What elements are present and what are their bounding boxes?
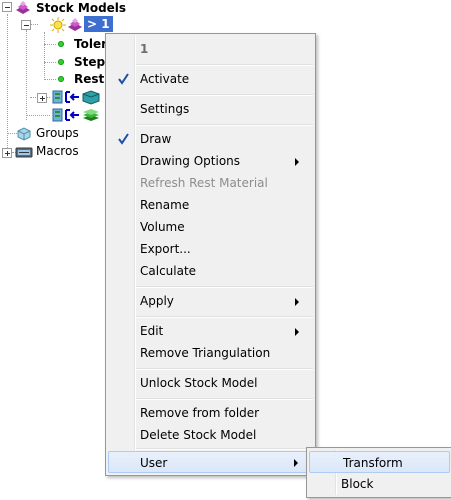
- menu-item-label: Drawing Options: [140, 154, 241, 168]
- tree-connector: [26, 30, 27, 120]
- active-light-icon: [50, 17, 66, 33]
- status-dot-icon: [58, 41, 64, 47]
- tree-connector: [44, 32, 45, 80]
- stock-model-icon: [68, 18, 82, 31]
- menu-item-label: Rename: [140, 198, 190, 212]
- tree-connector: [44, 79, 56, 80]
- tree-macros-label[interactable]: Macros: [36, 143, 79, 159]
- submenu-arrow-icon: [294, 459, 298, 467]
- expand-toggle[interactable]: [2, 148, 12, 158]
- tree-child-item[interactable]: Stepo: [74, 54, 105, 70]
- menu-item-label: Unlock Stock Model: [140, 376, 258, 390]
- menu-item-label: Transform: [343, 456, 403, 470]
- menu-item-activate[interactable]: Activate: [108, 68, 313, 90]
- tree-connector: [44, 62, 56, 63]
- collapse-toggle[interactable]: [2, 2, 12, 12]
- menu-separator: [136, 64, 313, 66]
- status-dot-icon: [58, 59, 64, 65]
- menu-item-label: Export...: [140, 242, 191, 256]
- submenu-arrow-icon: [295, 328, 299, 336]
- user-submenu: Transform Block: [306, 447, 451, 498]
- menu-item-label: Delete Stock Model: [140, 428, 257, 442]
- menu-separator: [136, 316, 313, 318]
- tree-root-label[interactable]: Stock Models: [36, 0, 126, 16]
- menu-item-draw[interactable]: Draw: [108, 128, 313, 150]
- menu-item-label: Settings: [140, 102, 190, 116]
- menu-item-refresh-rest-material: Refresh Rest Material: [108, 172, 313, 194]
- menu-item-block[interactable]: Block: [309, 473, 450, 495]
- menu-item-apply[interactable]: Apply: [108, 290, 313, 312]
- menu-item-label: Refresh Rest Material: [140, 176, 268, 190]
- menu-item-label: Activate: [140, 72, 190, 86]
- menu-separator: [136, 398, 313, 400]
- checkmark-icon: [118, 133, 129, 145]
- layered-stock-icon: [52, 108, 99, 122]
- menu-item-label: Block: [341, 477, 374, 491]
- menu-item-delete-stock-model[interactable]: Delete Stock Model: [108, 424, 313, 446]
- menu-item-drawing-options[interactable]: Drawing Options: [108, 150, 313, 172]
- tree-connector: [44, 44, 56, 45]
- menu-item-label: Edit: [140, 324, 164, 338]
- menu-item-settings[interactable]: Settings: [108, 98, 313, 120]
- menu-item-label: Draw: [140, 132, 172, 146]
- expand-toggle[interactable]: [37, 93, 47, 103]
- menu-item-label: User: [140, 456, 168, 470]
- menu-separator: [136, 286, 313, 288]
- submenu-arrow-icon: [295, 298, 299, 306]
- menu-item-user[interactable]: User: [108, 451, 313, 473]
- submenu-arrow-icon: [295, 158, 299, 166]
- menu-item-volume[interactable]: Volume: [108, 216, 313, 238]
- menu-separator: [136, 368, 313, 370]
- menu-item-label: Remove Triangulation: [140, 346, 271, 360]
- menu-item-rename[interactable]: Rename: [108, 194, 313, 216]
- groups-icon: [17, 127, 31, 141]
- block-stock-icon: [52, 90, 100, 105]
- menu-item-edit[interactable]: Edit: [108, 320, 313, 342]
- tree-connector: [26, 115, 50, 116]
- tree-child-item[interactable]: Rest T: [74, 71, 105, 87]
- context-menu: 1 Activate Settings Draw Drawing Options…: [105, 33, 316, 476]
- menu-item-label: Apply: [140, 294, 174, 308]
- collapse-toggle[interactable]: [21, 20, 31, 30]
- menu-item-label: Volume: [140, 220, 185, 234]
- menu-item-label: Remove from folder: [140, 406, 260, 420]
- stock-models-icon: [16, 1, 30, 14]
- macros-icon: [15, 147, 33, 158]
- menu-item-unlock-stock-model[interactable]: Unlock Stock Model: [108, 372, 313, 394]
- checkmark-icon: [118, 73, 129, 85]
- status-dot-icon: [58, 76, 64, 82]
- menu-header: 1: [108, 38, 313, 60]
- menu-separator: [136, 124, 313, 126]
- menu-item-remove-triangulation[interactable]: Remove Triangulation: [108, 342, 313, 364]
- menu-header-label: 1: [140, 42, 149, 56]
- menu-item-transform[interactable]: Transform: [309, 451, 450, 473]
- tree-groups-label[interactable]: Groups: [36, 125, 79, 141]
- menu-item-export[interactable]: Export...: [108, 238, 313, 260]
- menu-separator: [136, 448, 313, 450]
- menu-item-remove-from-folder[interactable]: Remove from folder: [108, 402, 313, 424]
- tree-selected-item[interactable]: > 1: [84, 16, 113, 32]
- menu-item-calculate[interactable]: Calculate: [108, 260, 313, 282]
- menu-separator: [136, 94, 313, 96]
- tree-child-item[interactable]: Tolera: [74, 36, 105, 52]
- menu-item-label: Calculate: [140, 264, 197, 278]
